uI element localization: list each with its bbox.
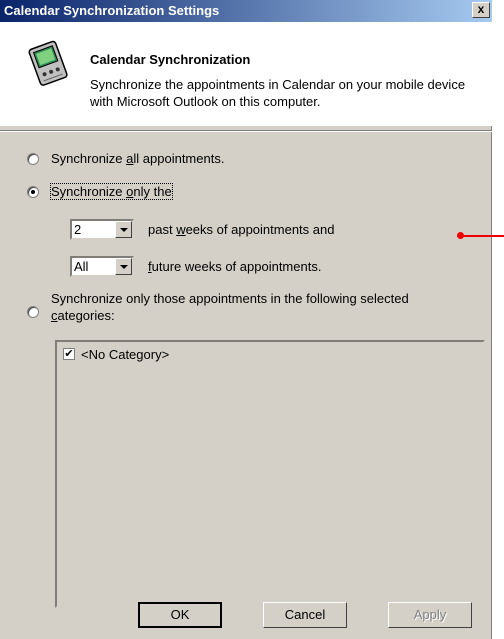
header-title: Calendar Synchronization (90, 52, 251, 67)
ok-button[interactable]: OK (138, 602, 222, 628)
sync-categories-label[interactable]: Synchronize only those appointments in t… (51, 290, 409, 324)
chevron-down-icon[interactable] (115, 221, 132, 238)
category-checkbox[interactable]: ✔ (63, 348, 75, 360)
apply-button[interactable]: Apply (388, 602, 472, 628)
title-bar: Calendar Synchronization Settings x (0, 0, 492, 22)
annotation-marker-line (463, 235, 504, 237)
past-weeks-value: 2 (74, 222, 82, 237)
past-weeks-combo[interactable]: 2 (70, 219, 134, 240)
category-list[interactable]: ✔ <No Category> (55, 340, 485, 608)
sync-categories-radio[interactable] (27, 306, 39, 318)
close-button[interactable]: x (472, 2, 490, 18)
sync-only-label[interactable]: Synchronize only the (50, 183, 173, 200)
sync-all-radio[interactable] (27, 153, 39, 165)
future-weeks-value: All (74, 259, 89, 274)
future-weeks-label: future weeks of appointments. (148, 259, 322, 274)
category-label: <No Category> (81, 347, 170, 362)
calendar-sync-dialog: Calendar Synchronization Settings x Cale… (0, 0, 492, 639)
chevron-down-icon[interactable] (115, 258, 132, 275)
header-panel: Calendar Synchronization Synchronize the… (0, 22, 492, 126)
window-title: Calendar Synchronization Settings (4, 3, 220, 18)
sync-all-label[interactable]: Synchronize all appointments. (51, 151, 224, 166)
past-weeks-label: past weeks of appointments and (148, 222, 335, 237)
header-separator (0, 130, 492, 132)
sync-only-radio[interactable] (27, 186, 39, 198)
header-description: Synchronize the appointments in Calendar… (90, 77, 466, 109)
future-weeks-combo[interactable]: All (70, 256, 134, 277)
cancel-button[interactable]: Cancel (263, 602, 347, 628)
handheld-device-icon (28, 40, 68, 86)
